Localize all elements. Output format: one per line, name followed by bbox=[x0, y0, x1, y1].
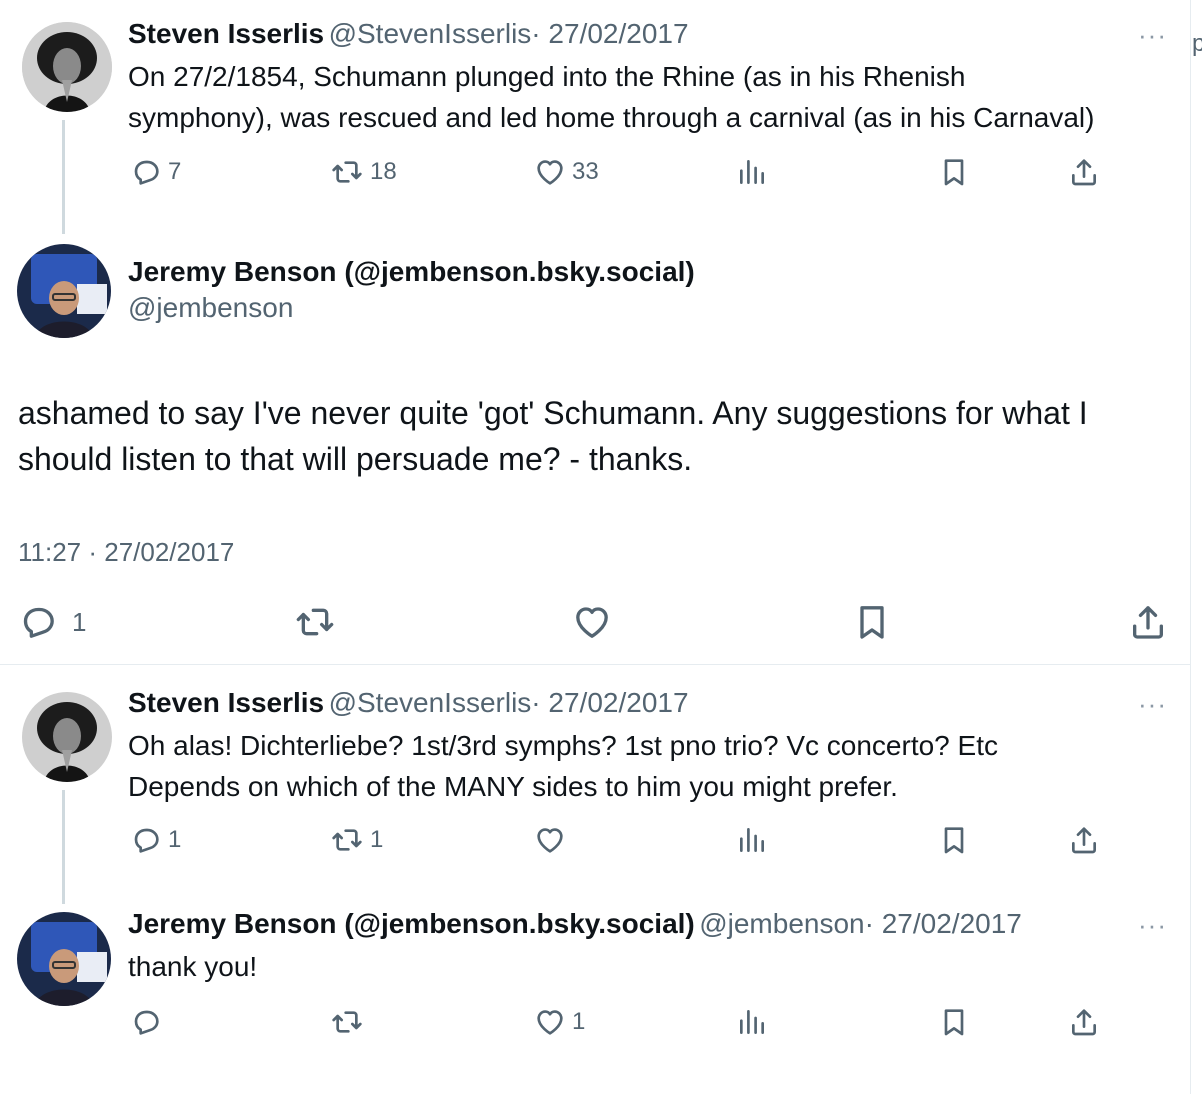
like-icon bbox=[534, 824, 566, 856]
bookmark-button[interactable] bbox=[938, 1006, 970, 1038]
tweet-text-line: Oh alas! Dichterliebe? 1st/3rd symphs? 1… bbox=[128, 730, 998, 761]
share-icon bbox=[1068, 824, 1100, 856]
avatar-jeremy-benson[interactable] bbox=[17, 912, 111, 1006]
author-name[interactable]: Jeremy Benson (@jembenson.bsky.social) bbox=[128, 256, 695, 288]
tweet-header: Steven Isserlis @StevenIsserlis· 27/02/2… bbox=[128, 687, 689, 719]
tweet-date[interactable]: · 27/02/2017 bbox=[865, 908, 1022, 939]
reply-icon bbox=[18, 602, 58, 642]
avatar-steven-isserlis[interactable] bbox=[22, 692, 112, 782]
tweet-timestamp[interactable]: 11:27 · 27/02/2017 bbox=[18, 537, 234, 568]
author-handle[interactable]: @StevenIsserlis bbox=[329, 687, 532, 718]
like-icon bbox=[534, 1006, 566, 1038]
tweet-text-line: On 27/2/1854, Schumann plunged into the … bbox=[128, 61, 966, 92]
bookmark-button[interactable] bbox=[938, 824, 970, 856]
column-edge bbox=[1190, 0, 1191, 1094]
retweet-icon bbox=[330, 1006, 364, 1038]
thread-line bbox=[62, 120, 65, 234]
thread-line bbox=[62, 790, 65, 904]
bookmark-icon bbox=[938, 1006, 970, 1038]
share-button[interactable] bbox=[1128, 602, 1168, 642]
more-icon[interactable]: ··· bbox=[1138, 910, 1167, 941]
tweet-text: On 27/2/1854, Schumann plunged into the … bbox=[128, 56, 1094, 138]
views-icon bbox=[736, 824, 768, 856]
retweet-icon bbox=[330, 156, 364, 188]
reply-count: 1 bbox=[168, 826, 182, 853]
like-count: 1 bbox=[572, 1008, 586, 1035]
bookmark-button[interactable] bbox=[938, 156, 970, 188]
share-button[interactable] bbox=[1068, 1006, 1100, 1038]
tweet-header: Steven Isserlis @StevenIsserlis· 27/02/2… bbox=[128, 18, 689, 50]
bookmark-icon bbox=[938, 824, 970, 856]
reply-icon bbox=[130, 156, 162, 188]
tweet-date[interactable]: · 27/02/2017 bbox=[531, 687, 688, 718]
tweet-text-line: ashamed to say I've never quite 'got' Sc… bbox=[18, 395, 1088, 431]
retweet-count: 1 bbox=[370, 826, 384, 853]
tweet-text-line: symphony), was rescued and led home thro… bbox=[128, 102, 1095, 133]
author-handle[interactable]: @StevenIsserlis bbox=[329, 18, 532, 49]
views-button[interactable] bbox=[736, 156, 768, 188]
retweet-count: 18 bbox=[370, 158, 397, 185]
edge-text: p bbox=[1192, 30, 1202, 57]
tweet-date[interactable]: · 27/02/2017 bbox=[531, 18, 688, 49]
like-icon bbox=[534, 156, 566, 188]
like-button[interactable]: 1 bbox=[534, 1006, 585, 1038]
author-handle[interactable]: @jembenson bbox=[128, 292, 293, 324]
share-icon bbox=[1068, 1006, 1100, 1038]
share-icon bbox=[1068, 156, 1100, 188]
tweet-text-line: should listen to that will persuade me? … bbox=[18, 441, 693, 477]
share-icon bbox=[1128, 602, 1168, 642]
reply-button[interactable] bbox=[130, 1006, 162, 1038]
views-button[interactable] bbox=[736, 824, 768, 856]
retweet-button[interactable] bbox=[330, 1006, 364, 1038]
divider bbox=[0, 664, 1190, 665]
tweet-text: thank you! bbox=[128, 951, 258, 982]
like-button[interactable] bbox=[572, 602, 612, 642]
like-count: 33 bbox=[572, 158, 599, 185]
author-name[interactable]: Steven Isserlis bbox=[128, 18, 324, 49]
reply-count: 7 bbox=[168, 158, 182, 185]
more-icon[interactable]: ··· bbox=[1138, 689, 1167, 720]
reply-icon bbox=[130, 824, 162, 856]
author-name[interactable]: Jeremy Benson (@jembenson.bsky.social) bbox=[128, 908, 695, 939]
reply-icon bbox=[130, 1006, 162, 1038]
bookmark-button[interactable] bbox=[852, 602, 892, 642]
retweet-button[interactable]: 1 bbox=[330, 824, 383, 856]
views-icon bbox=[736, 1006, 768, 1038]
author-handle[interactable]: @jembenson bbox=[699, 908, 864, 939]
author-name[interactable]: Steven Isserlis bbox=[128, 687, 324, 718]
like-button[interactable] bbox=[534, 824, 566, 856]
reply-button[interactable]: 7 bbox=[130, 156, 181, 188]
more-icon[interactable]: ··· bbox=[1138, 20, 1167, 51]
share-button[interactable] bbox=[1068, 824, 1100, 856]
tweet-text-line: Depends on which of the MANY sides to hi… bbox=[128, 771, 898, 802]
views-icon bbox=[736, 156, 768, 188]
tweet-header: Jeremy Benson (@jembenson.bsky.social) @… bbox=[128, 908, 1022, 940]
tweet-text: Oh alas! Dichterliebe? 1st/3rd symphs? 1… bbox=[128, 725, 998, 807]
reply-count: 1 bbox=[72, 606, 87, 637]
tweet-text: ashamed to say I've never quite 'got' Sc… bbox=[18, 390, 1088, 482]
avatar-steven-isserlis[interactable] bbox=[22, 22, 112, 112]
reply-button[interactable]: 1 bbox=[130, 824, 181, 856]
share-button[interactable] bbox=[1068, 156, 1100, 188]
bookmark-icon bbox=[852, 602, 892, 642]
retweet-button[interactable]: 18 bbox=[330, 156, 397, 188]
like-icon bbox=[572, 602, 612, 642]
reply-button[interactable]: 1 bbox=[18, 602, 86, 642]
bookmark-icon bbox=[938, 156, 970, 188]
like-button[interactable]: 33 bbox=[534, 156, 599, 188]
avatar-jeremy-benson[interactable] bbox=[17, 244, 111, 338]
retweet-icon bbox=[330, 824, 364, 856]
retweet-button[interactable] bbox=[294, 602, 336, 642]
views-button[interactable] bbox=[736, 1006, 768, 1038]
retweet-icon bbox=[294, 602, 336, 642]
